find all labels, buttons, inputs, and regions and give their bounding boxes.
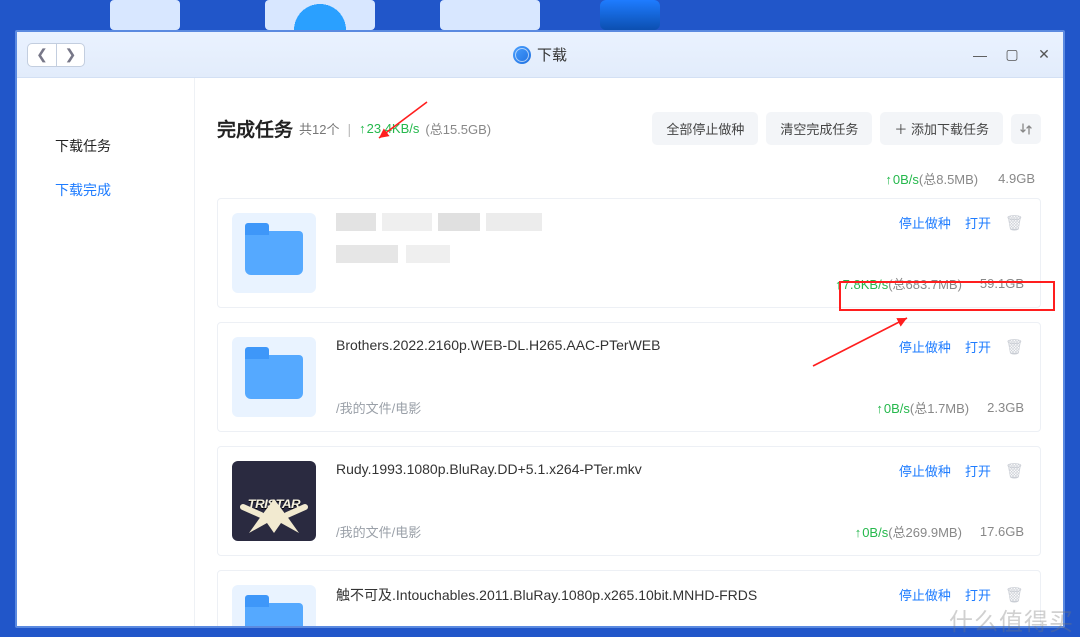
prev-item-size: 4.9GB xyxy=(998,171,1035,186)
app-icon xyxy=(513,46,531,64)
window-title: 下载 xyxy=(537,44,567,65)
watermark: 什么值得买 xyxy=(949,602,1080,637)
prev-item-meta: ↑0B/s(总8.5MB) 4.9GB xyxy=(217,163,1041,198)
app-window: ❮ ❯ 下载 — ▢ ✕ 下载任务 下载完成 完成任务 共12个 | ↑ 23.… xyxy=(15,30,1065,628)
sort-button[interactable] xyxy=(1011,114,1041,144)
delete-icon[interactable]: 🗑 xyxy=(1005,338,1024,356)
folder-icon xyxy=(232,585,316,626)
task-count: 共12个 xyxy=(299,119,339,138)
movie-poster: TRISTAR xyxy=(232,461,316,541)
task-list: ↑0B/s(总8.5MB) 4.9GB 停止做种 打开 🗑 ↑7.8 xyxy=(217,163,1041,626)
sidebar: 下载任务 下载完成 xyxy=(17,78,195,626)
nav-forward-button[interactable]: ❯ xyxy=(56,44,84,66)
item-speed: ↑7.8KB/s(总683.7MB) xyxy=(835,274,962,293)
stop-seed-button[interactable]: 停止做种 xyxy=(899,585,951,604)
item-size: 59.1GB xyxy=(980,276,1024,291)
nav-arrows: ❮ ❯ xyxy=(27,43,85,67)
nav-back-button[interactable]: ❮ xyxy=(28,44,56,66)
item-speed: ↑0B/s(总269.9MB) xyxy=(855,522,962,541)
maximize-button[interactable]: ▢ xyxy=(1003,46,1021,64)
main-panel: 完成任务 共12个 | ↑ 23.4KB/s (总15.5GB) 全部停止做种 … xyxy=(195,78,1063,626)
open-button[interactable]: 打开 xyxy=(965,213,991,232)
item-size: 2.3GB xyxy=(987,400,1024,415)
stop-seed-button[interactable]: 停止做种 xyxy=(899,461,951,480)
stop-seed-button[interactable]: 停止做种 xyxy=(899,213,951,232)
titlebar: ❮ ❯ 下载 — ▢ ✕ xyxy=(17,32,1063,78)
open-button[interactable]: 打开 xyxy=(965,337,991,356)
list-item[interactable]: Brothers.2022.2160p.WEB-DL.H265.AAC-PTer… xyxy=(217,322,1041,432)
background-decor xyxy=(0,0,1080,30)
folder-icon xyxy=(232,337,316,417)
toolbar: 全部停止做种 清空完成任务 ＋ 添加下载任务 xyxy=(652,112,1041,145)
folder-icon xyxy=(232,213,316,293)
delete-icon[interactable]: 🗑 xyxy=(1005,586,1024,604)
overall-total: (总15.5GB) xyxy=(425,119,491,138)
list-item[interactable]: TRISTAR Rudy.1993.1080p.BluRay.DD+5.1.x2… xyxy=(217,446,1041,556)
divider: | xyxy=(347,121,351,137)
stop-all-button[interactable]: 全部停止做种 xyxy=(652,112,758,145)
delete-icon[interactable]: 🗑 xyxy=(1005,462,1024,480)
sidebar-item-completed[interactable]: 下载完成 xyxy=(17,168,194,212)
censored-title xyxy=(336,213,596,267)
list-item[interactable]: 触不可及.Intouchables.2011.BluRay.1080p.x265… xyxy=(217,570,1041,626)
page-header: 完成任务 共12个 | ↑ 23.4KB/s (总15.5GB) 全部停止做种 … xyxy=(217,112,1041,145)
open-button[interactable]: 打开 xyxy=(965,461,991,480)
add-task-button[interactable]: ＋ 添加下载任务 xyxy=(880,112,1003,145)
close-button[interactable]: ✕ xyxy=(1035,46,1053,64)
clear-completed-button[interactable]: 清空完成任务 xyxy=(766,112,872,145)
minimize-button[interactable]: — xyxy=(971,46,989,64)
sidebar-item-tasks[interactable]: 下载任务 xyxy=(17,124,194,168)
list-item[interactable]: 停止做种 打开 🗑 ↑7.8KB/s(总683.7MB) 59.1GB xyxy=(217,198,1041,308)
item-speed: ↑0B/s(总1.7MB) xyxy=(876,398,969,417)
upload-arrow-icon: ↑ xyxy=(885,172,892,187)
delete-icon[interactable]: 🗑 xyxy=(1005,214,1024,232)
overall-speed: 23.4KB/s xyxy=(367,121,420,136)
page-title: 完成任务 xyxy=(217,115,293,142)
upload-arrow-icon: ↑ xyxy=(359,121,366,136)
stop-seed-button[interactable]: 停止做种 xyxy=(899,337,951,356)
item-size: 17.6GB xyxy=(980,524,1024,539)
